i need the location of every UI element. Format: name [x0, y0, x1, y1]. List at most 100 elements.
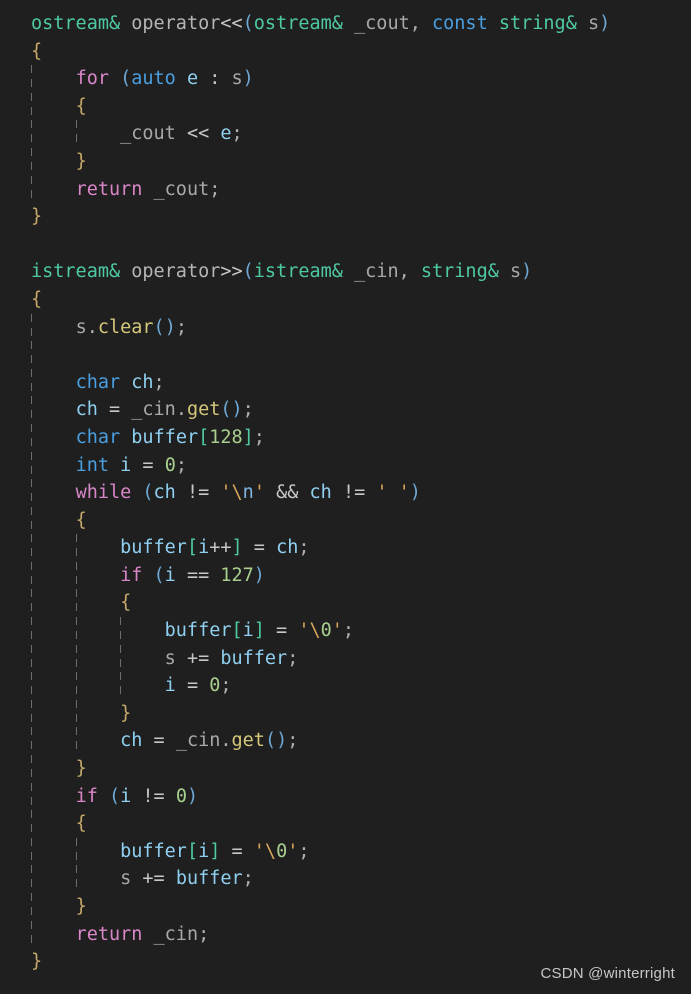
code-token: e [186, 68, 199, 90]
code-token: = [186, 675, 199, 697]
code-line[interactable]: } [0, 755, 691, 783]
code-line[interactable]: int i = 0; [0, 451, 691, 480]
code-line[interactable]: ostream& operator<<(ostream& _cout, cons… [0, 10, 691, 38]
code-token: _cin [175, 730, 221, 752]
code-editor-surface[interactable]: ostream& operator<<(ostream& _cout, cons… [0, 0, 691, 976]
code-token: ) [521, 261, 533, 283]
code-token: ( [264, 730, 277, 752]
code-token: ( [142, 482, 154, 504]
code-token: } [31, 951, 43, 973]
code-token: , [398, 261, 410, 283]
code-token: { [75, 813, 87, 835]
code-token: ) [276, 730, 288, 752]
code-token: { [120, 592, 132, 614]
code-line[interactable]: istream& operator>>(istream& _cin, strin… [0, 258, 691, 286]
code-token: _cout [354, 13, 410, 34]
code-line-text: { [31, 813, 87, 834]
code-token: 127 [220, 564, 254, 586]
code-line[interactable]: } [0, 147, 691, 176]
code-token: & [487, 261, 499, 283]
code-token: 0 [320, 620, 332, 642]
code-token: i [120, 454, 132, 476]
code-line[interactable]: { [0, 810, 691, 838]
code-token: ; [175, 454, 187, 476]
code-line[interactable]: ch = _cin.get(); [0, 396, 691, 424]
code-token: ch [309, 482, 332, 504]
code-line[interactable]: if (i == 127) [0, 561, 691, 590]
code-line[interactable]: } [0, 203, 691, 231]
code-token: >> [220, 261, 243, 283]
code-line-text: int i = 0; [31, 455, 187, 476]
code-token: i [242, 620, 254, 642]
code-line[interactable] [0, 341, 691, 369]
code-token: ' [298, 620, 310, 642]
code-line[interactable]: { [0, 506, 691, 535]
code-token: ( [153, 564, 165, 586]
code-token: = [142, 454, 154, 476]
code-token: ( [153, 316, 165, 338]
code-token: } [75, 150, 87, 172]
code-line[interactable]: s += buffer; [0, 644, 691, 673]
code-token: ; [153, 371, 165, 393]
code-line[interactable]: return _cout; [0, 175, 691, 204]
code-line[interactable]: { [0, 92, 691, 121]
code-token: ch [131, 371, 154, 393]
code-line[interactable]: { [0, 589, 691, 618]
code-token: { [75, 509, 87, 531]
code-token: operator [131, 13, 221, 34]
code-line[interactable]: if (i != 0) [0, 782, 691, 811]
code-line-text: { [31, 41, 42, 62]
code-token: ) [164, 316, 176, 338]
code-token: ; [253, 426, 265, 448]
code-line[interactable]: s += buffer; [0, 865, 691, 893]
code-line-text: if (i != 0) [31, 786, 199, 807]
code-token: buffer [120, 840, 187, 862]
code-line[interactable]: { [0, 286, 691, 314]
code-line[interactable]: ch = _cin.get(); [0, 727, 691, 756]
code-line[interactable]: char ch; [0, 368, 691, 397]
code-line[interactable]: buffer[i] = '\0'; [0, 837, 691, 866]
code-line[interactable]: i = 0; [0, 672, 691, 700]
code-token: buffer [120, 537, 187, 559]
code-line[interactable]: } [0, 699, 691, 728]
code-token: operator [131, 261, 221, 283]
code-line[interactable]: buffer[i++] = ch; [0, 534, 691, 562]
code-token: for [75, 68, 109, 90]
code-line[interactable]: { [0, 38, 691, 66]
code-line[interactable] [0, 231, 691, 259]
code-line[interactable]: } [0, 893, 691, 921]
code-line-text: buffer[i] = '\0'; [31, 620, 354, 641]
indent-guides [0, 755, 691, 783]
code-line[interactable]: s.clear(); [0, 313, 691, 342]
code-line[interactable]: char buffer[128]; [0, 423, 691, 452]
code-token: 0 [276, 840, 288, 862]
code-line[interactable]: for (auto e : s) [0, 65, 691, 93]
code-token: << [186, 123, 210, 145]
code-line-text: while (ch != '\n' && ch != ' ') [31, 482, 421, 503]
code-token: ; [209, 178, 221, 200]
code-line[interactable]: return _cin; [0, 920, 691, 949]
code-line[interactable]: _cout << e; [0, 120, 691, 148]
code-line[interactable]: buffer[i] = '\0'; [0, 617, 691, 645]
code-line[interactable]: while (ch != '\n' && ch != ' ') [0, 479, 691, 507]
code-token: \ [231, 482, 243, 504]
code-token: ; [342, 620, 355, 642]
code-token: _cin [131, 399, 176, 421]
code-token: ch [153, 482, 176, 504]
